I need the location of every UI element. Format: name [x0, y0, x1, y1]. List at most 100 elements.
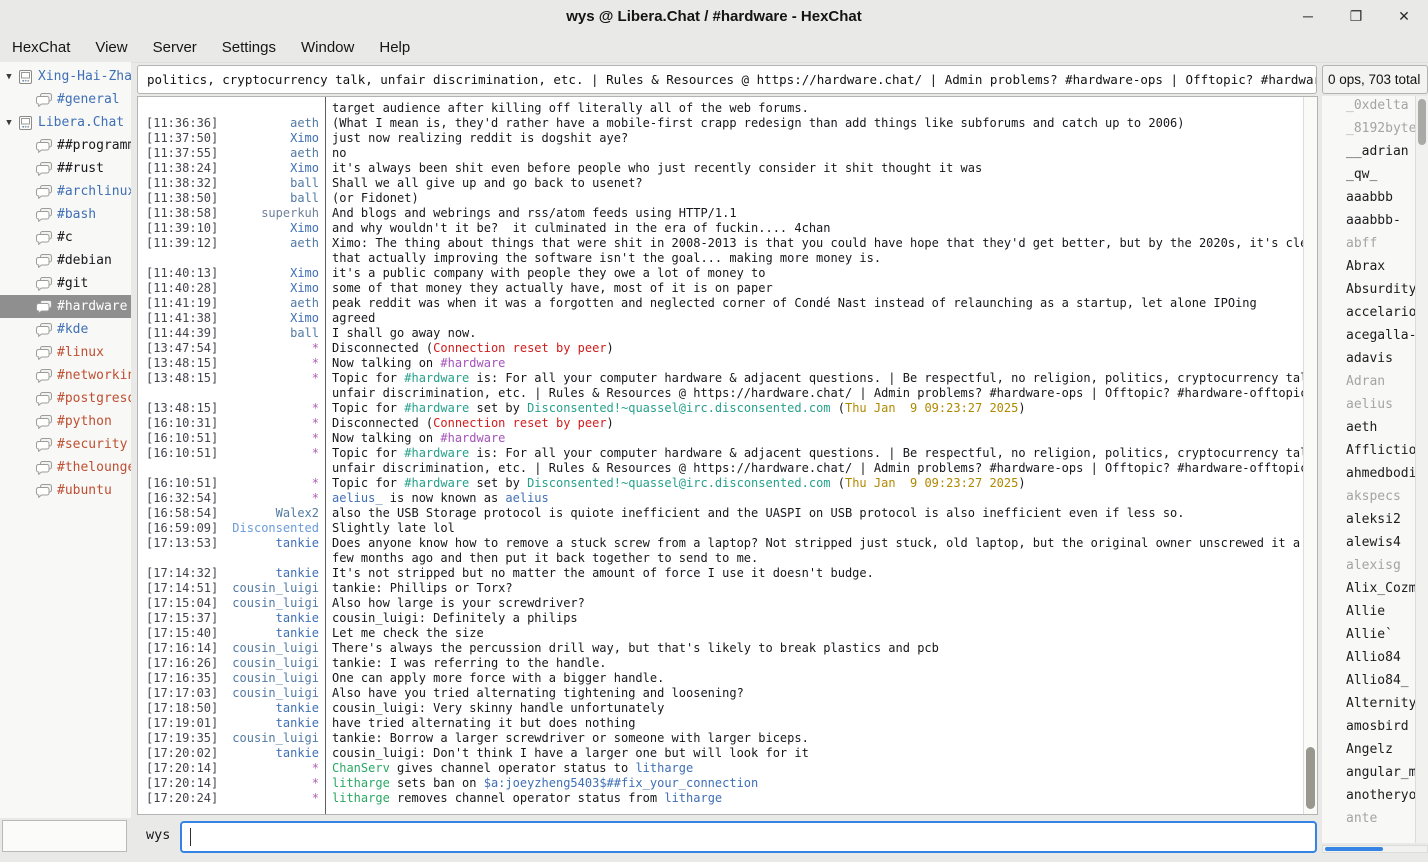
- sidebar-item-networking[interactable]: #networking: [0, 364, 131, 387]
- sidebar-item-linux[interactable]: #linux: [0, 341, 131, 364]
- message-input[interactable]: [180, 821, 1317, 853]
- sidebar-item-label: #general: [57, 92, 120, 107]
- topic-input[interactable]: politics, cryptocurrency talk, unfair di…: [137, 65, 1317, 94]
- user-list-item[interactable]: acegalla-: [1322, 328, 1428, 351]
- timestamp: [11:39:10]: [138, 221, 222, 236]
- chat-area[interactable]: target audience after killing off litera…: [137, 96, 1318, 815]
- user-list-item[interactable]: amosbird: [1322, 719, 1428, 742]
- chat-line: few months ago and then put it back toge…: [138, 551, 1303, 566]
- sidebar-item-ubuntu[interactable]: #ubuntu: [0, 479, 131, 502]
- chat-line: [16:58:54]Walex2also the USB Storage pro…: [138, 506, 1303, 521]
- user-list-item[interactable]: adavis: [1322, 351, 1428, 374]
- menu-view[interactable]: View: [95, 39, 127, 56]
- sidebar-item-c[interactable]: #c: [0, 226, 131, 249]
- timestamp: [17:16:35]: [138, 671, 222, 686]
- menu-server[interactable]: Server: [153, 39, 197, 56]
- user-list-item[interactable]: Allie`: [1322, 627, 1428, 650]
- message-text: (or Fidonet): [326, 191, 1303, 206]
- message-text: it's always been shit even before people…: [326, 161, 1303, 176]
- channel-icon: [36, 346, 52, 360]
- user-list-item[interactable]: ante: [1322, 811, 1428, 834]
- user-list-item[interactable]: aelius: [1322, 397, 1428, 420]
- expander-icon[interactable]: ▼: [3, 118, 15, 128]
- user-list-item[interactable]: anotheryo: [1322, 788, 1428, 811]
- user-list-item[interactable]: __adrian: [1322, 144, 1428, 167]
- sidebar-item-archlinux[interactable]: #archlinux: [0, 180, 131, 203]
- nick: ball: [222, 326, 326, 341]
- user-list-scrollbar-thumb[interactable]: [1418, 99, 1426, 145]
- user-list-hscrollbar-thumb[interactable]: [1325, 847, 1383, 851]
- message-text: tankie: Phillips or Torx?: [326, 581, 1303, 596]
- message-text: ChanServ gives channel operator status t…: [326, 761, 1303, 776]
- sidebar-item-security[interactable]: #security: [0, 433, 131, 456]
- user-list-item[interactable]: abff: [1322, 236, 1428, 259]
- menu-hexchat[interactable]: HexChat: [12, 39, 70, 56]
- user-list-item[interactable]: aaabbb: [1322, 190, 1428, 213]
- maximize-icon[interactable]: ❐: [1348, 8, 1364, 24]
- title-bar[interactable]: wys @ Libera.Chat / #hardware - HexChat …: [0, 0, 1428, 32]
- user-list-item[interactable]: angular_m: [1322, 765, 1428, 788]
- message-text: that actually improving the software isn…: [326, 251, 1303, 266]
- minimize-icon[interactable]: ─: [1300, 8, 1316, 24]
- chat-scrollbar-thumb[interactable]: [1306, 747, 1315, 809]
- nick: *: [222, 476, 326, 491]
- close-icon[interactable]: ✕: [1396, 8, 1412, 24]
- user-list-item[interactable]: _0xdelta: [1322, 98, 1428, 121]
- sidebar-item-general[interactable]: #general: [0, 88, 131, 111]
- user-list-item[interactable]: aeth: [1322, 420, 1428, 443]
- message-text: One can apply more force with a bigger h…: [326, 671, 1303, 686]
- sidebar-item-git[interactable]: #git: [0, 272, 131, 295]
- nick: cousin_luigi: [222, 671, 326, 686]
- message-text: Also how large is your screwdriver?: [326, 596, 1303, 611]
- user-list-item[interactable]: Alternity: [1322, 696, 1428, 719]
- timestamp: [13:48:15]: [138, 401, 222, 416]
- sidebar-item-thelounge[interactable]: #thelounge: [0, 456, 131, 479]
- sidebar-item-postgresql[interactable]: #postgresql: [0, 387, 131, 410]
- sidebar-item-bash[interactable]: #bash: [0, 203, 131, 226]
- menu-settings[interactable]: Settings: [222, 39, 276, 56]
- sidebar-item-libera-chat[interactable]: ▼Libera.Chat: [0, 111, 131, 134]
- user-list-item[interactable]: _qw_: [1322, 167, 1428, 190]
- user-list-item[interactable]: accelario: [1322, 305, 1428, 328]
- chat-line: [17:16:14]cousin_luigiThere's always the…: [138, 641, 1303, 656]
- chat-line: [17:20:24]*litharge removes channel oper…: [138, 791, 1303, 806]
- expander-icon[interactable]: ▼: [3, 72, 15, 82]
- user-list-item[interactable]: aaabbb-: [1322, 213, 1428, 236]
- sidebar-item-programming[interactable]: ##programming: [0, 134, 131, 157]
- sidebar-item-debian[interactable]: #debian: [0, 249, 131, 272]
- message-text: Topic for #hardware set by Disconsented!…: [326, 401, 1303, 416]
- menu-help[interactable]: Help: [379, 39, 410, 56]
- chat-line: [17:20:14]*ChanServ gives channel operat…: [138, 761, 1303, 776]
- user-list-item[interactable]: Allie: [1322, 604, 1428, 627]
- user-list-hscrollbar[interactable]: [1322, 845, 1428, 853]
- sidebar-item-xing-hai-zhan[interactable]: ▼Xing-Hai-Zhan: [0, 65, 131, 88]
- user-list-item[interactable]: Allio84_: [1322, 673, 1428, 696]
- sidebar-item-kde[interactable]: #kde: [0, 318, 131, 341]
- chat-line: [16:32:54]*aelius_ is now known as aeliu…: [138, 491, 1303, 506]
- user-list-item[interactable]: Adran: [1322, 374, 1428, 397]
- user-list-scrollbar[interactable]: [1415, 96, 1428, 843]
- message-text: Disconnected (Connection reset by peer): [326, 416, 1303, 431]
- user-list-item[interactable]: akspecs: [1322, 489, 1428, 512]
- sidebar-item-hardware[interactable]: #hardware: [0, 295, 131, 318]
- user-list-item[interactable]: Allio84: [1322, 650, 1428, 673]
- menu-window[interactable]: Window: [301, 39, 354, 56]
- user-list-item[interactable]: ahmedbodi: [1322, 466, 1428, 489]
- timestamp: [17:14:51]: [138, 581, 222, 596]
- message-text: cousin_luigi: Definitely a philips: [326, 611, 1303, 626]
- user-list-item[interactable]: _8192byte: [1322, 121, 1428, 144]
- user-list-item[interactable]: Afflictio: [1322, 443, 1428, 466]
- user-list-item[interactable]: aleksi2: [1322, 512, 1428, 535]
- user-list-item[interactable]: Absurdity: [1322, 282, 1428, 305]
- user-list-item[interactable]: alewis4: [1322, 535, 1428, 558]
- chat-scrollbar[interactable]: [1303, 97, 1317, 814]
- user-list-item[interactable]: Abrax: [1322, 259, 1428, 282]
- sidebar-item-label: #postgresql: [57, 391, 131, 406]
- sidebar-item-rust[interactable]: ##rust: [0, 157, 131, 180]
- user-list-item[interactable]: Angelz: [1322, 742, 1428, 765]
- timestamp: [138, 101, 222, 116]
- user-list-item[interactable]: Alix_Cozm: [1322, 581, 1428, 604]
- sidebar-item-python[interactable]: #python: [0, 410, 131, 433]
- sidebar-item-label: #kde: [57, 322, 88, 337]
- user-list-item[interactable]: alexisg: [1322, 558, 1428, 581]
